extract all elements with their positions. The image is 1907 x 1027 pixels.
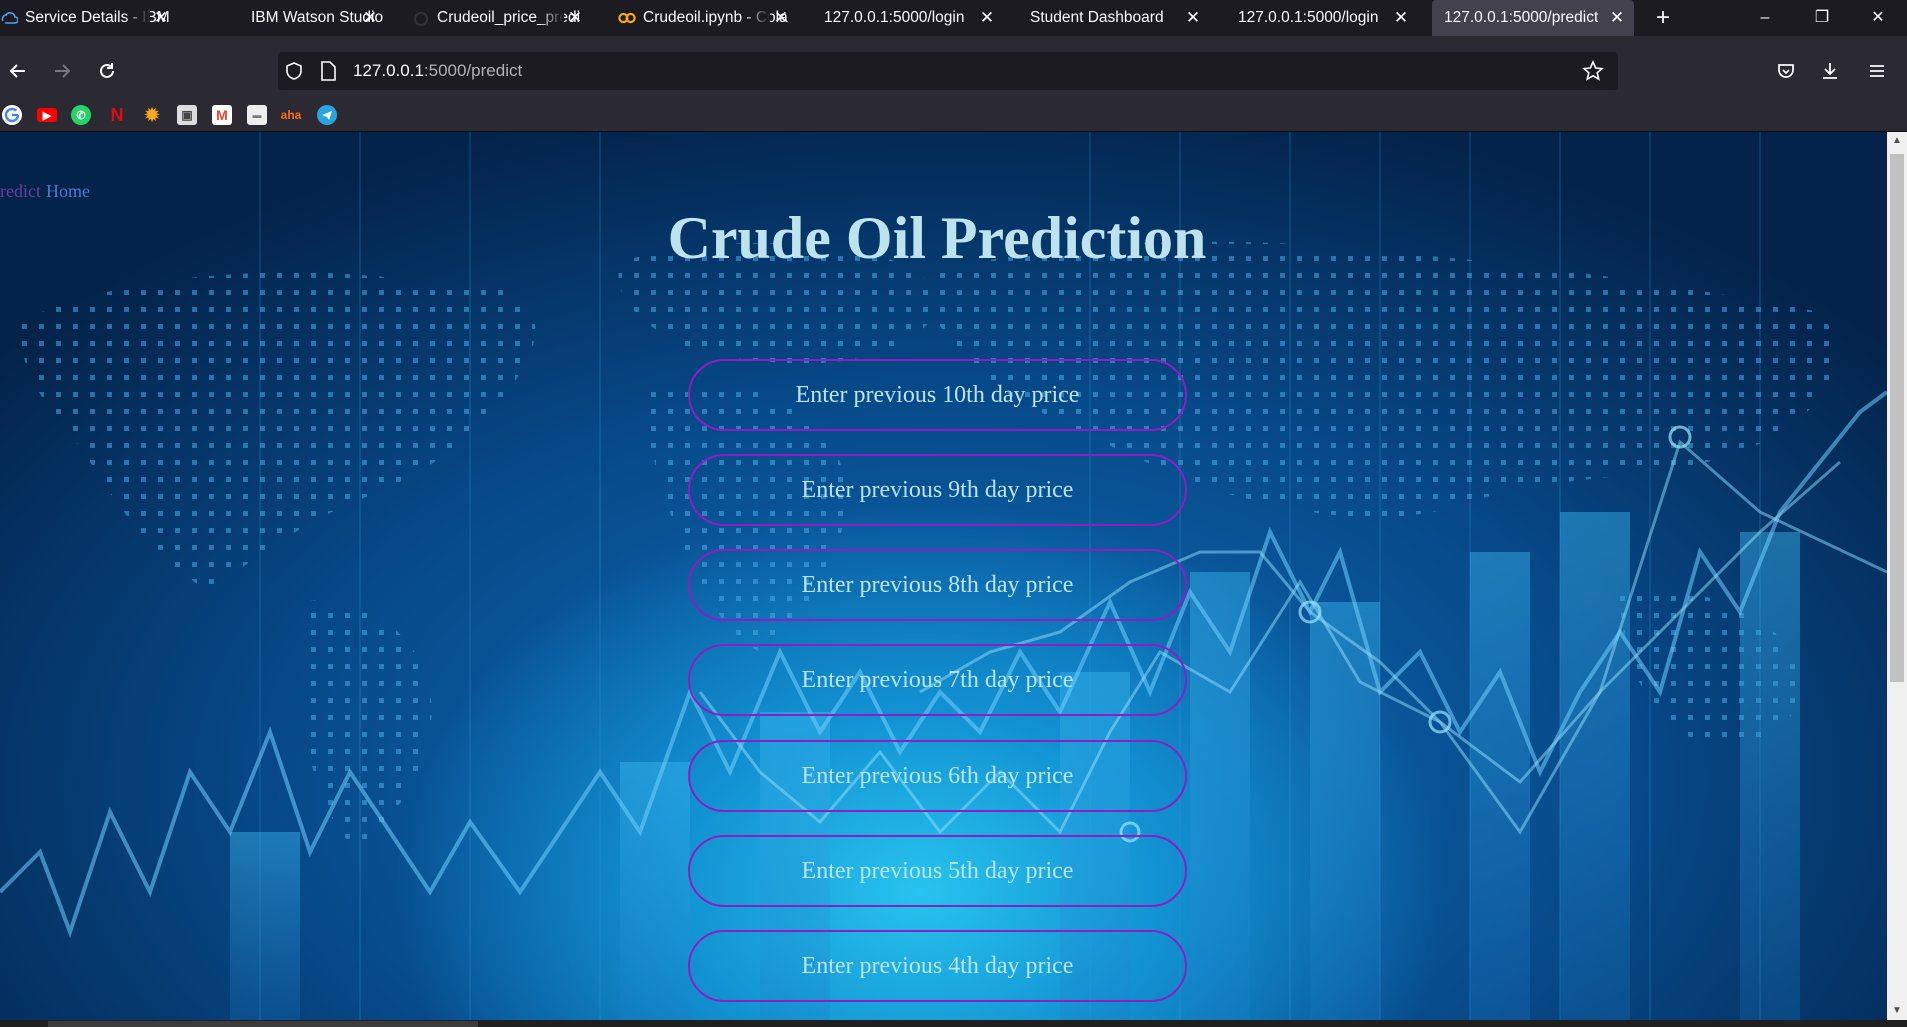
youtube-icon[interactable]: ▶ xyxy=(37,108,57,122)
tab-crudeoil-price-pred[interactable]: Crudeoil_price_predi ✕ xyxy=(412,0,592,36)
ibm-cloud-icon xyxy=(0,9,18,27)
shield-icon[interactable] xyxy=(284,61,304,86)
colab-icon xyxy=(618,9,636,27)
forward-button[interactable] xyxy=(46,55,78,87)
url-path: :5000/predict xyxy=(423,61,523,80)
price-input-day-8[interactable] xyxy=(688,549,1187,621)
telegram-icon[interactable] xyxy=(317,105,337,125)
netflix-icon[interactable]: N xyxy=(107,105,127,125)
sun-icon[interactable]: ✹ xyxy=(142,105,162,125)
close-tab-icon[interactable]: ✕ xyxy=(772,9,790,27)
tab-colab-notebook[interactable]: Crudeoil.ipynb - Cola ✕ xyxy=(618,0,798,36)
url-text[interactable]: 127.0.0.1:5000/predict xyxy=(353,61,522,81)
tab-service-details[interactable]: Service Details - IBM ✕ xyxy=(0,0,178,36)
page-scrollbar[interactable]: ▲ ▼ xyxy=(1887,132,1907,1020)
taskbar-strip xyxy=(0,1020,1907,1027)
tab-login-1[interactable]: 127.0.0.1:5000/login ✕ xyxy=(824,0,1004,36)
tab-watson-studio[interactable]: IBM Watson Studio ✕ xyxy=(207,0,387,36)
scroll-down-arrow-icon[interactable]: ▼ xyxy=(1887,1002,1907,1020)
reload-button[interactable] xyxy=(91,55,123,87)
price-input-day-9[interactable] xyxy=(688,454,1187,526)
page-icon[interactable] xyxy=(320,61,336,86)
site-icon[interactable]: ▬ xyxy=(247,105,267,125)
page-content: redict Home Crude Oil Prediction xyxy=(0,132,1887,1020)
google-icon[interactable] xyxy=(2,105,22,125)
tab-strip: Service Details - IBM ✕ IBM Watson Studi… xyxy=(0,0,1907,36)
scroll-up-arrow-icon[interactable]: ▲ xyxy=(1887,132,1907,150)
page-title: Crude Oil Prediction xyxy=(667,205,1207,271)
downloads-icon[interactable] xyxy=(1814,55,1846,87)
aha-label: aha xyxy=(280,108,302,122)
aha-icon[interactable]: aha xyxy=(280,105,302,125)
close-tab-icon[interactable]: ✕ xyxy=(1608,9,1626,27)
price-input-day-5[interactable] xyxy=(688,835,1187,907)
back-button[interactable] xyxy=(2,55,34,87)
menu-icon[interactable] xyxy=(1861,55,1893,87)
watson-icon xyxy=(412,9,430,27)
tab-student-dashboard[interactable]: Student Dashboard ✕ xyxy=(1030,0,1210,36)
tab-title: Student Dashboard xyxy=(1030,9,1164,26)
close-tab-icon[interactable]: ✕ xyxy=(978,9,996,27)
restore-button[interactable]: ❐ xyxy=(1793,0,1851,36)
minimize-button[interactable]: – xyxy=(1736,0,1794,36)
tab-title: 127.0.0.1:5000/login xyxy=(1238,9,1379,26)
predict-link[interactable]: redict xyxy=(0,181,41,201)
close-tab-icon[interactable]: ✕ xyxy=(361,9,379,27)
tab-predict-active[interactable]: 127.0.0.1:5000/predict ✕ xyxy=(1432,0,1634,36)
page-nav: redict Home xyxy=(0,181,90,202)
price-input-day-10[interactable] xyxy=(688,359,1187,431)
close-tab-icon[interactable]: ✕ xyxy=(1392,9,1410,27)
photo-icon[interactable]: ▣ xyxy=(177,105,197,125)
price-input-day-6[interactable] xyxy=(688,740,1187,812)
home-link[interactable]: Home xyxy=(46,181,90,201)
close-tab-icon[interactable]: ✕ xyxy=(152,9,170,27)
whatsapp-icon[interactable]: ✆ xyxy=(71,105,91,125)
bookmark-star-icon[interactable] xyxy=(1582,60,1604,87)
url-host: 127.0.0.1 xyxy=(353,61,424,80)
scroll-thumb[interactable] xyxy=(1890,154,1904,682)
gmail-icon[interactable]: M xyxy=(212,105,232,125)
pocket-icon[interactable] xyxy=(1770,55,1802,87)
price-input-day-4[interactable] xyxy=(688,930,1187,1002)
close-window-button[interactable]: ✕ xyxy=(1849,0,1907,36)
close-tab-icon[interactable]: ✕ xyxy=(566,9,584,27)
bookmarks-toolbar: ▶ ✆ N ✹ ▣ M ▬ aha xyxy=(0,96,1907,132)
price-input-day-7[interactable] xyxy=(688,644,1187,716)
new-tab-button[interactable]: + xyxy=(1648,3,1678,33)
url-bar[interactable]: 127.0.0.1:5000/predict xyxy=(278,52,1618,90)
close-tab-icon[interactable]: ✕ xyxy=(1184,9,1202,27)
tab-title: 127.0.0.1:5000/login xyxy=(824,9,965,26)
tab-title: 127.0.0.1:5000/predict xyxy=(1444,9,1599,26)
tab-login-2[interactable]: 127.0.0.1:5000/login ✕ xyxy=(1238,0,1418,36)
